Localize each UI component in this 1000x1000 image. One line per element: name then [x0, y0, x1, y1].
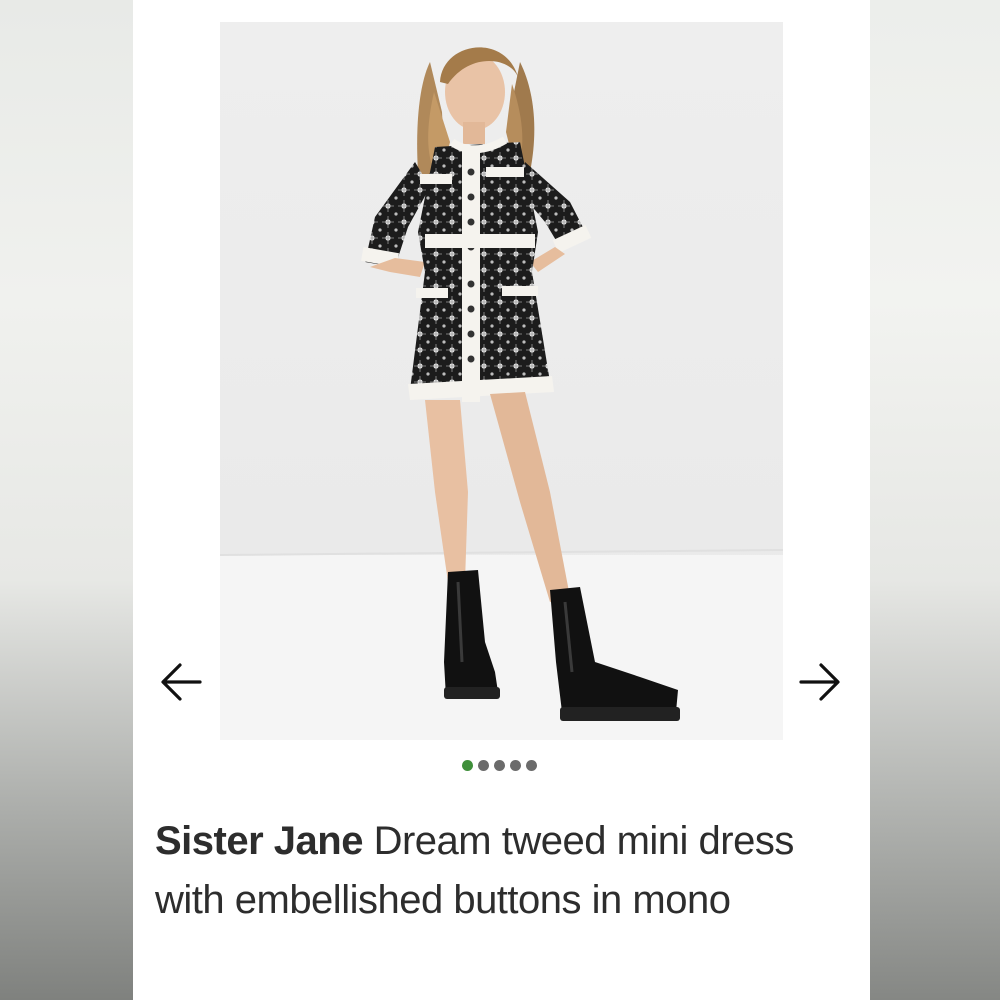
pagination-dot[interactable] [510, 760, 521, 771]
product-card: Sister Jane Dream tweed mini dress with … [133, 0, 870, 1000]
pagination-dot[interactable] [478, 760, 489, 771]
arrow-right-icon [799, 663, 840, 701]
product-brand: Sister Jane [155, 819, 363, 863]
pagination-dot-active[interactable] [462, 760, 473, 771]
carousel-pagination [462, 760, 537, 771]
product-title: Sister Jane Dream tweed mini dress with … [155, 812, 845, 930]
next-image-button[interactable] [797, 660, 841, 704]
pagination-dot[interactable] [526, 760, 537, 771]
arrow-left-icon [161, 663, 202, 701]
screenshot-frame: Sister Jane Dream tweed mini dress with … [0, 0, 1000, 1000]
model-illustration [220, 47, 783, 740]
blurred-background-left [0, 0, 133, 1000]
product-image [220, 22, 783, 740]
pagination-dot[interactable] [494, 760, 505, 771]
blurred-background-right [870, 0, 1000, 1000]
previous-image-button[interactable] [160, 660, 204, 704]
